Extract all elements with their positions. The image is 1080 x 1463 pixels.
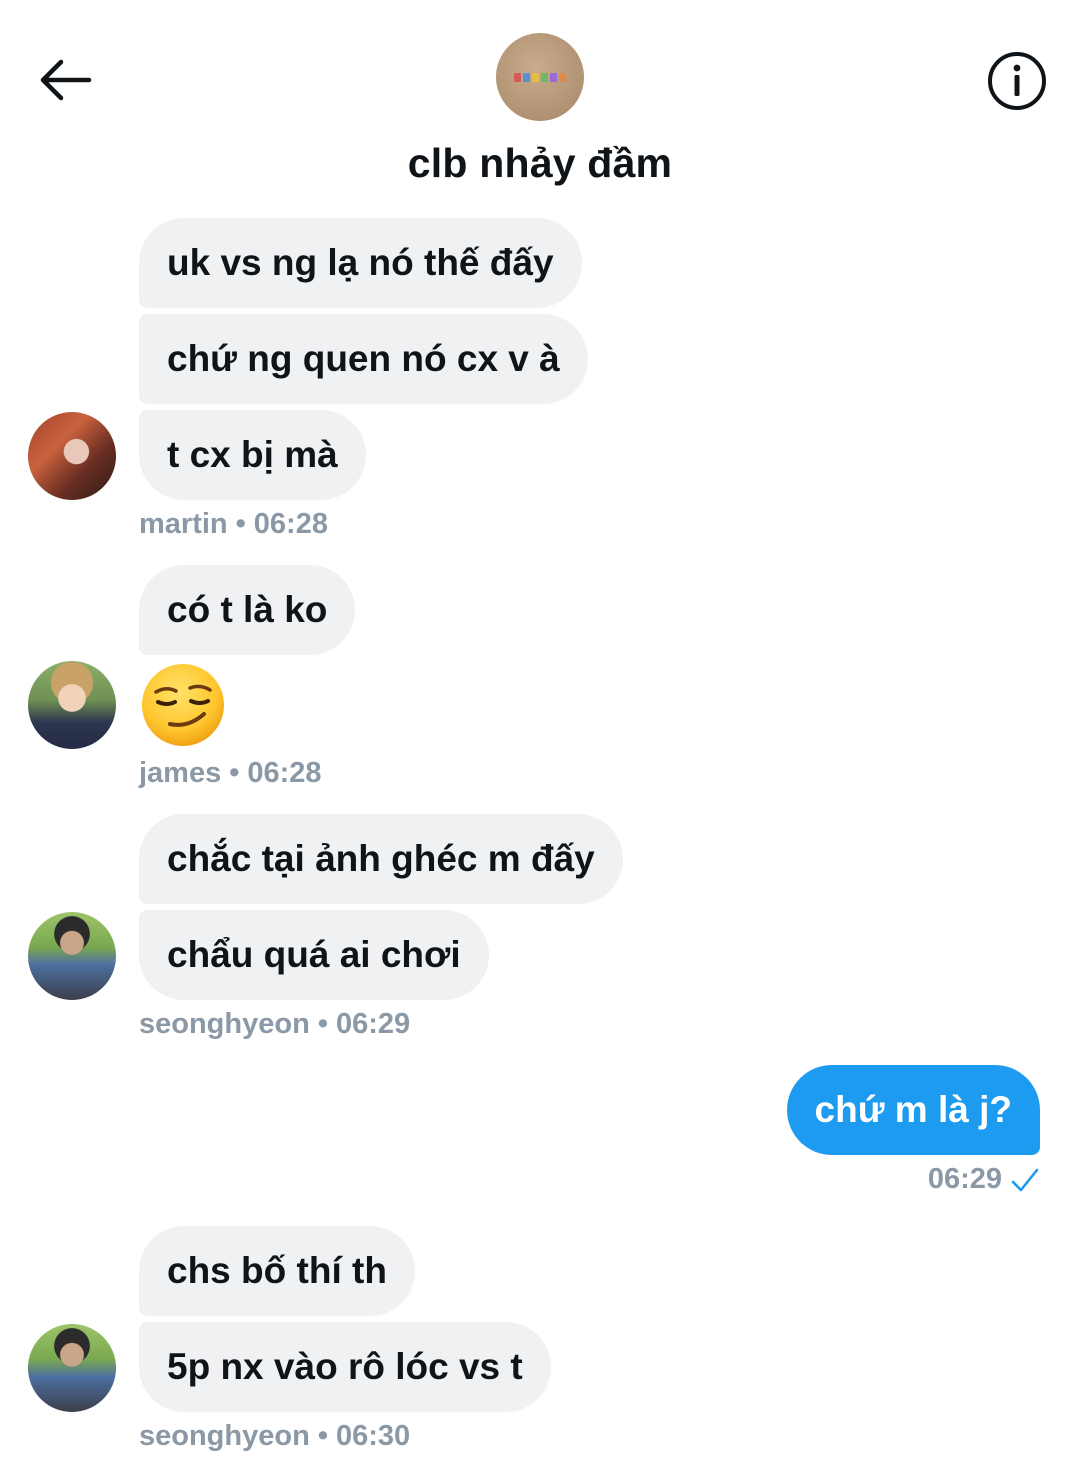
info-circle-icon xyxy=(988,52,1046,110)
conversation-header: clb nhảy đầm xyxy=(0,0,1080,205)
meta-separator: • xyxy=(235,508,246,540)
sender-name: seonghyeon xyxy=(139,1008,310,1040)
message-bubble[interactable]: chứ ng quen nó cx v à xyxy=(139,314,588,404)
avatar-seonghyeon[interactable] xyxy=(28,1324,116,1412)
group-avatar[interactable] xyxy=(496,33,584,121)
message-bubble[interactable]: chắc tại ảnh ghéc m đấy xyxy=(139,814,623,904)
message-meta: martin • 06:28 xyxy=(139,508,328,541)
avatar-martin[interactable] xyxy=(28,412,116,500)
own-message-bubble[interactable]: chứ m là j? xyxy=(786,1065,1040,1155)
meta-separator: • xyxy=(317,1420,328,1452)
message-bubble[interactable]: uk vs ng lạ nó thế đấy xyxy=(139,218,582,308)
back-button[interactable] xyxy=(30,50,100,110)
meta-separator: • xyxy=(229,757,240,789)
message-time: 06:28 xyxy=(253,508,328,540)
smirking-face-emoji[interactable] xyxy=(140,662,226,748)
message-bubble[interactable]: 5p nx vào rô lóc vs t xyxy=(139,1322,551,1412)
sender-name: james xyxy=(139,757,222,789)
message-time: 06:28 xyxy=(247,757,322,789)
group-avatar-letters xyxy=(514,72,566,82)
meta-separator: • xyxy=(317,1008,328,1040)
message-meta: seonghyeon • 06:29 xyxy=(139,1008,410,1041)
message-meta: seonghyeon • 06:30 xyxy=(139,1420,410,1453)
avatar-seonghyeon[interactable] xyxy=(28,912,116,1000)
message-bubble[interactable]: có t là ko xyxy=(139,565,356,655)
sender-name: martin xyxy=(139,508,228,540)
message-time: 06:29 xyxy=(335,1008,411,1040)
arrow-left-icon xyxy=(40,59,92,101)
info-button[interactable] xyxy=(986,50,1048,112)
avatar-james[interactable] xyxy=(28,661,116,749)
message-bubble[interactable]: t cx bị mà xyxy=(139,410,366,500)
message-bubble[interactable]: chs bố thí th xyxy=(139,1226,415,1316)
sender-name: seonghyeon xyxy=(139,1420,310,1452)
conversation-title: clb nhảy đầm xyxy=(407,140,673,186)
own-message-meta: 06:29 xyxy=(928,1163,1040,1196)
sent-check-icon xyxy=(1011,1168,1039,1191)
message-meta: james • 06:28 xyxy=(139,757,322,790)
message-time: 06:30 xyxy=(335,1420,411,1452)
message-time: 06:29 xyxy=(927,1163,1002,1195)
message-bubble[interactable]: chẩu quá ai chơi xyxy=(139,910,489,1000)
